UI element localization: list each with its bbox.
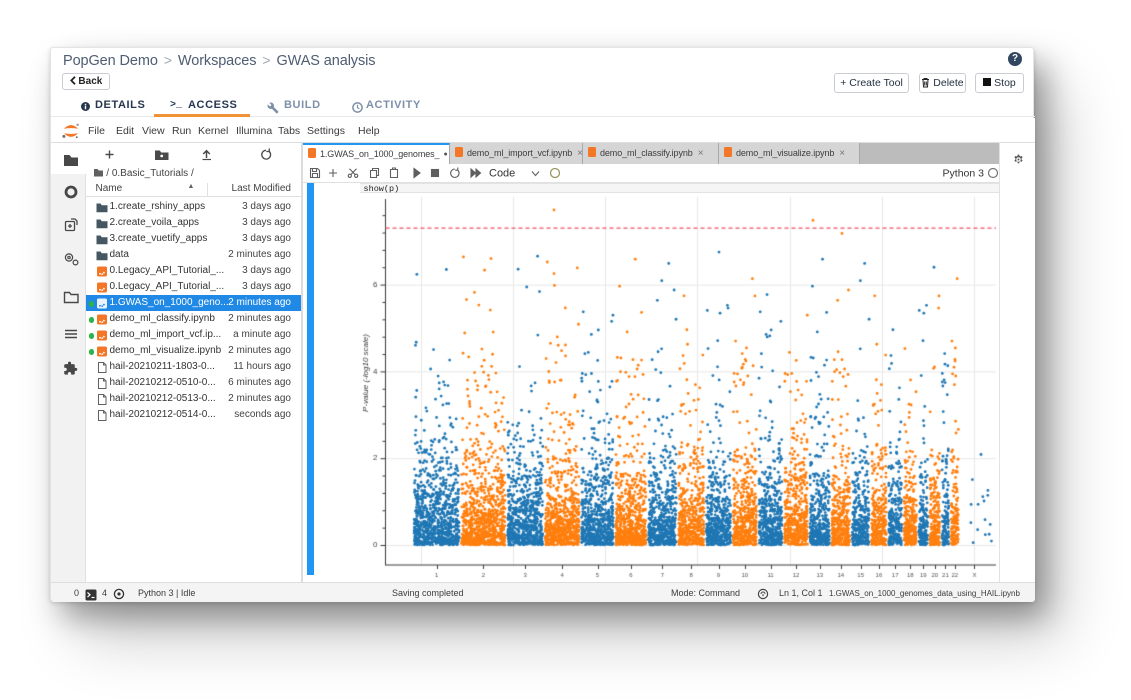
svg-text:Code: Code <box>489 168 515 180</box>
svg-text:Python 3: Python 3 <box>943 168 985 180</box>
